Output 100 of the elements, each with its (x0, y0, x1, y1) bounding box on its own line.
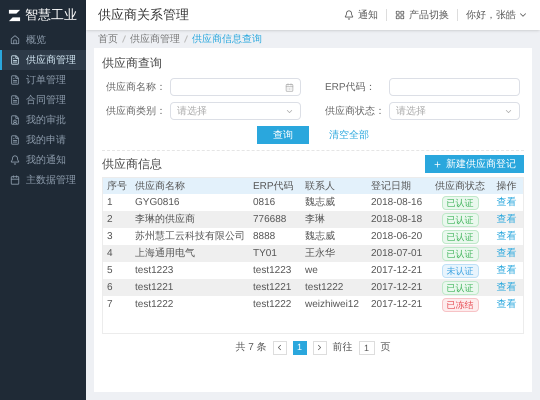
table-cell-text: 2018-08-16 (370, 196, 424, 210)
column-header: 联系人 (304, 180, 336, 194)
column-header: 操作 (496, 180, 518, 194)
table-cell-text: 0816 (252, 196, 276, 210)
sidebar-item[interactable]: 我的通知 (0, 150, 86, 170)
input-field[interactable] (170, 78, 301, 96)
view-link[interactable]: 查看 (490, 263, 523, 278)
table-cell-text: 王永华 (304, 246, 336, 261)
table-cell-text: test1223 (252, 264, 292, 278)
clear-all-link[interactable]: 清空全部 (329, 128, 369, 142)
page-unit-label: 页 (380, 341, 391, 355)
table-cell-text: weizhiwei12 (304, 298, 360, 312)
view-link[interactable]: 查看 (490, 246, 523, 261)
table-cell-text: 上海通用电气 (134, 246, 196, 261)
sidebar-item[interactable]: 订单管理 (0, 70, 86, 90)
sidebar-item[interactable]: 合同管理 (0, 90, 86, 110)
table-cell-text: 6 (106, 281, 114, 295)
table-cell-text: 7 (106, 298, 114, 312)
sidebar-item[interactable]: 我的审批 (0, 110, 86, 130)
column-header: ERP代码 (252, 180, 295, 194)
column-header: 序号 (106, 180, 128, 194)
section-title: 供应商查询 (102, 55, 163, 72)
menu-icon (10, 35, 20, 45)
prev-page-button[interactable] (272, 340, 287, 354)
status-tag: 已认证 (442, 212, 478, 226)
sidebar-item[interactable]: 主数据管理 (0, 170, 86, 190)
table-cell-text: GYG0816 (134, 196, 180, 210)
table-cell-text: test1222 (134, 298, 174, 312)
product-switch-link[interactable]: 产品切换 (395, 8, 449, 22)
table-cell-text: test1222 (252, 298, 292, 312)
menu-icon (10, 135, 20, 145)
next-page-button[interactable] (312, 340, 327, 354)
view-link[interactable]: 查看 (490, 229, 523, 244)
notify-link[interactable]: 通知 (344, 8, 378, 22)
breadcrumb-link[interactable]: 供应商信息查询 (192, 32, 262, 46)
select-field[interactable]: 请选择 (389, 102, 520, 120)
status-tag: 未认证 (442, 264, 478, 278)
table-cell-text: 2017-12-21 (370, 298, 424, 312)
search-button[interactable]: 查询 (257, 126, 309, 144)
input-field[interactable] (389, 78, 520, 96)
table-cell-text: 2018-07-01 (370, 247, 424, 261)
page-input[interactable]: 1 (358, 340, 375, 354)
breadcrumb-link[interactable]: 供应商管理 (130, 32, 180, 46)
table-cell-text: test1221 (134, 281, 174, 295)
column-header: 供应商名称 (134, 180, 186, 194)
goto-label: 前往 (332, 340, 353, 355)
table-cell-text: test1223 (134, 264, 174, 278)
table-cell-text: 魏志威 (304, 196, 336, 210)
status-tag: 已认证 (442, 280, 478, 294)
select-field[interactable]: 请选择 (170, 102, 301, 120)
table-cell-text: test1222 (304, 281, 344, 295)
sidebar-item[interactable]: 供应商管理 (0, 50, 86, 70)
table-cell-text: TY01 (252, 247, 278, 261)
table-cell-text: 5 (106, 264, 114, 278)
field-label: ERP代码： (325, 80, 377, 94)
table-cell-text: 4 (106, 247, 114, 261)
calendar-icon (285, 82, 294, 92)
table-cell-text: 2017-12-21 (370, 281, 424, 295)
section-title: 供应商信息 (102, 156, 162, 173)
sidebar-item[interactable]: 我的申请 (0, 130, 86, 150)
slash-icon (184, 35, 188, 43)
status-tag: 已认证 (442, 196, 478, 210)
table-cell-text: 苏州慧工云科技有限公司 (134, 230, 246, 244)
page-title: 供应商关系管理 (98, 6, 189, 24)
grid-icon (395, 10, 405, 20)
view-link[interactable]: 查看 (490, 212, 523, 227)
view-link[interactable]: 查看 (490, 280, 523, 295)
column-header: 供应商状态 (434, 180, 486, 194)
plus-icon (433, 160, 442, 168)
menu-icon (10, 75, 20, 85)
user-menu[interactable]: 你好，张皓 (466, 8, 528, 22)
status-tag: 已冻结 (442, 298, 478, 312)
status-tag: 已认证 (442, 230, 478, 244)
new-supplier-button[interactable]: 新建供应商登记 (425, 155, 524, 173)
table-cell-text: 魏志威 (304, 230, 336, 244)
table-cell-text: 2018-06-20 (370, 230, 424, 244)
view-link[interactable]: 查看 (490, 297, 523, 312)
slash-icon (122, 35, 126, 43)
status-tag: 已认证 (442, 246, 478, 260)
field-label: 供应商名称： (106, 80, 167, 94)
total-count: 共 7 条 (235, 340, 267, 355)
column-header: 登记日期 (370, 180, 412, 194)
menu-icon (10, 55, 20, 65)
view-link[interactable]: 查看 (490, 195, 523, 210)
table-cell-text: 2 (106, 213, 114, 227)
table-cell-text: 2017-12-21 (370, 264, 424, 278)
breadcrumb-link[interactable]: 首页 (98, 32, 118, 46)
bell-icon (344, 10, 354, 20)
brand-name: 智慧工业 (25, 6, 77, 24)
menu-icon (10, 155, 20, 165)
page-button[interactable]: 1 (292, 340, 307, 354)
menu-icon (10, 115, 20, 125)
table-cell-text: 776688 (252, 213, 288, 227)
menu-icon (10, 175, 20, 185)
table-cell-text: test1221 (252, 281, 292, 295)
table-cell-text: 8888 (252, 230, 276, 244)
table-cell-text: 2018-08-18 (370, 213, 424, 227)
sidebar-item[interactable]: 概览 (0, 30, 86, 50)
table-cell-text: 1 (106, 196, 114, 210)
table-cell-text: we (304, 264, 319, 278)
